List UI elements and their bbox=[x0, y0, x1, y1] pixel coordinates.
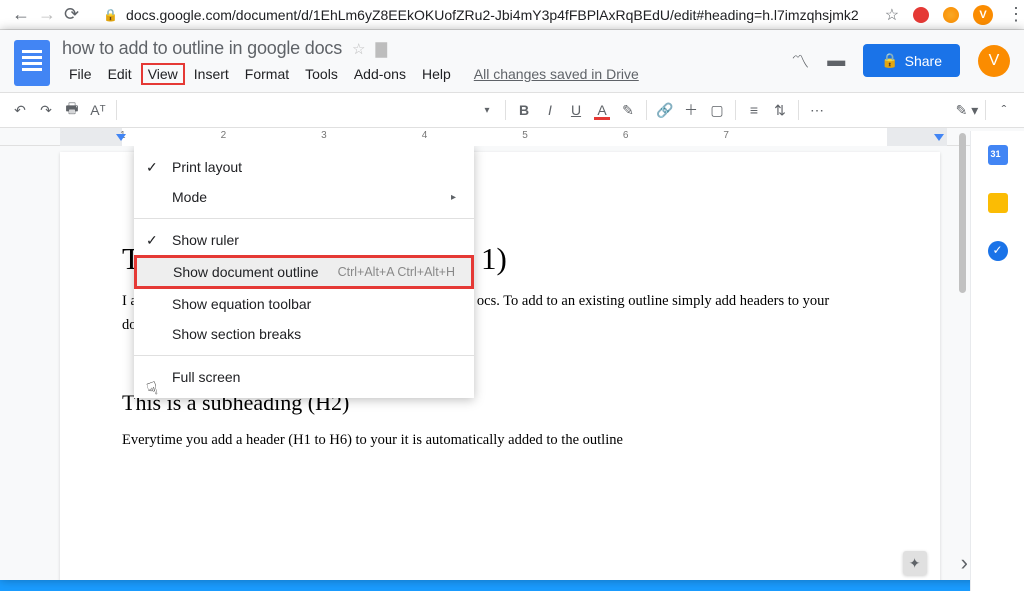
document-title[interactable]: how to add to outline in google docs bbox=[62, 38, 342, 59]
keep-icon[interactable] bbox=[988, 193, 1008, 213]
submenu-arrow-icon: ▸ bbox=[451, 192, 456, 203]
indent-marker-right[interactable] bbox=[934, 134, 944, 141]
vertical-scrollbar[interactable] bbox=[955, 131, 970, 591]
menubar: File Edit View Insert Format Tools Add-o… bbox=[62, 63, 791, 85]
link-icon[interactable]: 🔗 bbox=[653, 98, 677, 122]
side-panel-toggle-icon[interactable]: › bbox=[961, 550, 968, 576]
check-icon: ✓ bbox=[146, 232, 158, 249]
browser-toolbar: ← → ⟳ 🔒 docs.google.com/document/d/1EhLm… bbox=[0, 0, 1024, 30]
user-avatar[interactable]: V bbox=[978, 45, 1010, 77]
menu-tools[interactable]: Tools bbox=[298, 63, 345, 85]
bookmark-star-icon[interactable]: ☆ bbox=[885, 5, 899, 25]
comment-add-icon[interactable]: ＋ bbox=[679, 98, 703, 122]
line-spacing-icon[interactable]: ⇅ bbox=[768, 98, 792, 122]
docs-app-window: how to add to outline in google docs ☆ ▇… bbox=[0, 30, 1024, 580]
bold-icon[interactable]: B bbox=[512, 98, 536, 122]
url-text: docs.google.com/document/d/1EhLm6yZ8EEkO… bbox=[126, 7, 859, 23]
ruler-tick: 3 bbox=[321, 130, 327, 141]
image-icon[interactable]: ▢ bbox=[705, 98, 729, 122]
save-status[interactable]: All changes saved in Drive bbox=[474, 66, 639, 82]
menu-edit[interactable]: Edit bbox=[101, 63, 139, 85]
tasks-icon[interactable] bbox=[988, 241, 1008, 261]
ruler-tick: 5 bbox=[522, 130, 528, 141]
menu-separator bbox=[134, 218, 474, 219]
menu-mode[interactable]: Mode ▸ bbox=[134, 182, 474, 212]
move-folder-icon[interactable]: ▇ bbox=[375, 40, 387, 58]
menu-help[interactable]: Help bbox=[415, 63, 458, 85]
share-button[interactable]: 🔒 Share bbox=[863, 44, 960, 77]
menu-view[interactable]: View bbox=[141, 63, 185, 85]
lock-icon: 🔒 bbox=[103, 8, 118, 22]
check-icon: ✓ bbox=[146, 159, 158, 176]
comments-icon[interactable]: ▬ bbox=[827, 50, 845, 71]
ruler-tick: 2 bbox=[221, 130, 227, 141]
menu-full-screen[interactable]: Full screen bbox=[134, 362, 474, 392]
dropdown-icon[interactable]: ▾ bbox=[475, 98, 499, 122]
menu-show-equation-toolbar[interactable]: Show equation toolbar bbox=[134, 289, 474, 319]
italic-icon[interactable]: I bbox=[538, 98, 562, 122]
doc-heading-1-right: 1) bbox=[481, 240, 507, 277]
spellcheck-icon[interactable]: Aᵀ bbox=[86, 98, 110, 122]
ruler-tick: 6 bbox=[623, 130, 629, 141]
star-document-icon[interactable]: ☆ bbox=[352, 40, 365, 58]
menu-format[interactable]: Format bbox=[238, 63, 296, 85]
indent-marker-left[interactable] bbox=[116, 134, 126, 141]
editing-mode-icon[interactable]: ✎ ▾ bbox=[955, 98, 979, 122]
scroll-thumb[interactable] bbox=[959, 133, 966, 293]
text-color-icon[interactable]: A bbox=[590, 98, 614, 122]
menu-separator bbox=[134, 355, 474, 356]
lock-share-icon: 🔒 bbox=[881, 52, 898, 69]
reload-button[interactable]: ⟳ bbox=[64, 5, 79, 25]
menu-file[interactable]: File bbox=[62, 63, 99, 85]
more-icon[interactable]: ⋯ bbox=[805, 98, 829, 122]
view-dropdown-menu: ✓ Print layout Mode ▸ ✓ Show ruler Show … bbox=[134, 146, 474, 398]
extension-icon-1[interactable] bbox=[913, 7, 929, 23]
docs-logo-icon[interactable] bbox=[14, 40, 50, 86]
redo-icon[interactable]: ↷ bbox=[34, 98, 58, 122]
browser-menu-icon[interactable]: ⋮ bbox=[1007, 4, 1024, 25]
ruler-tick: 4 bbox=[422, 130, 428, 141]
menu-show-section-breaks[interactable]: Show section breaks bbox=[134, 319, 474, 349]
document-canvas: T 1) I a ocs. To add to an existing outl… bbox=[0, 146, 1024, 580]
highlight-annotation: Show document outline Ctrl+Alt+A Ctrl+Al… bbox=[134, 255, 474, 289]
doc-body-2: Everytime you add a header (H1 to H6) to… bbox=[122, 430, 878, 450]
menu-show-document-outline[interactable]: Show document outline Ctrl+Alt+A Ctrl+Al… bbox=[137, 258, 471, 286]
collapse-icon[interactable]: ˆ bbox=[992, 98, 1016, 122]
browser-profile-avatar[interactable]: V bbox=[973, 5, 993, 25]
underline-icon[interactable]: U bbox=[564, 98, 588, 122]
calendar-icon[interactable] bbox=[988, 145, 1008, 165]
address-bar[interactable]: 🔒 docs.google.com/document/d/1EhLm6yZ8EE… bbox=[93, 7, 869, 23]
formatting-toolbar: ↶ ↷ 🖶 Aᵀ ▾ B I U A ✎ 🔗 ＋ ▢ ≡ ⇅ ⋯ ✎ ▾ ˆ bbox=[0, 92, 1024, 128]
undo-icon[interactable]: ↶ bbox=[8, 98, 32, 122]
explore-button[interactable]: ✦ bbox=[903, 551, 927, 575]
share-label: Share bbox=[905, 53, 942, 69]
highlight-icon[interactable]: ✎ bbox=[616, 98, 640, 122]
print-icon[interactable]: 🖶 bbox=[60, 98, 84, 122]
forward-button[interactable]: → bbox=[38, 5, 56, 25]
keyboard-shortcut: Ctrl+Alt+A Ctrl+Alt+H bbox=[338, 265, 455, 279]
horizontal-ruler[interactable]: 1 2 3 4 5 6 7 bbox=[0, 128, 1024, 146]
doc-body-right: ocs. To add to an existing outline simpl… bbox=[477, 291, 829, 311]
side-panel bbox=[970, 131, 1024, 591]
menu-addons[interactable]: Add-ons bbox=[347, 63, 413, 85]
menu-insert[interactable]: Insert bbox=[187, 63, 236, 85]
back-button[interactable]: ← bbox=[12, 5, 30, 25]
menu-show-ruler[interactable]: ✓ Show ruler bbox=[134, 225, 474, 255]
align-icon[interactable]: ≡ bbox=[742, 98, 766, 122]
menu-print-layout[interactable]: ✓ Print layout bbox=[134, 152, 474, 182]
ruler-tick: 7 bbox=[723, 130, 729, 141]
activity-icon[interactable]: 〽 bbox=[791, 48, 809, 74]
docs-header: how to add to outline in google docs ☆ ▇… bbox=[0, 30, 1024, 86]
extension-icon-2[interactable] bbox=[943, 7, 959, 23]
